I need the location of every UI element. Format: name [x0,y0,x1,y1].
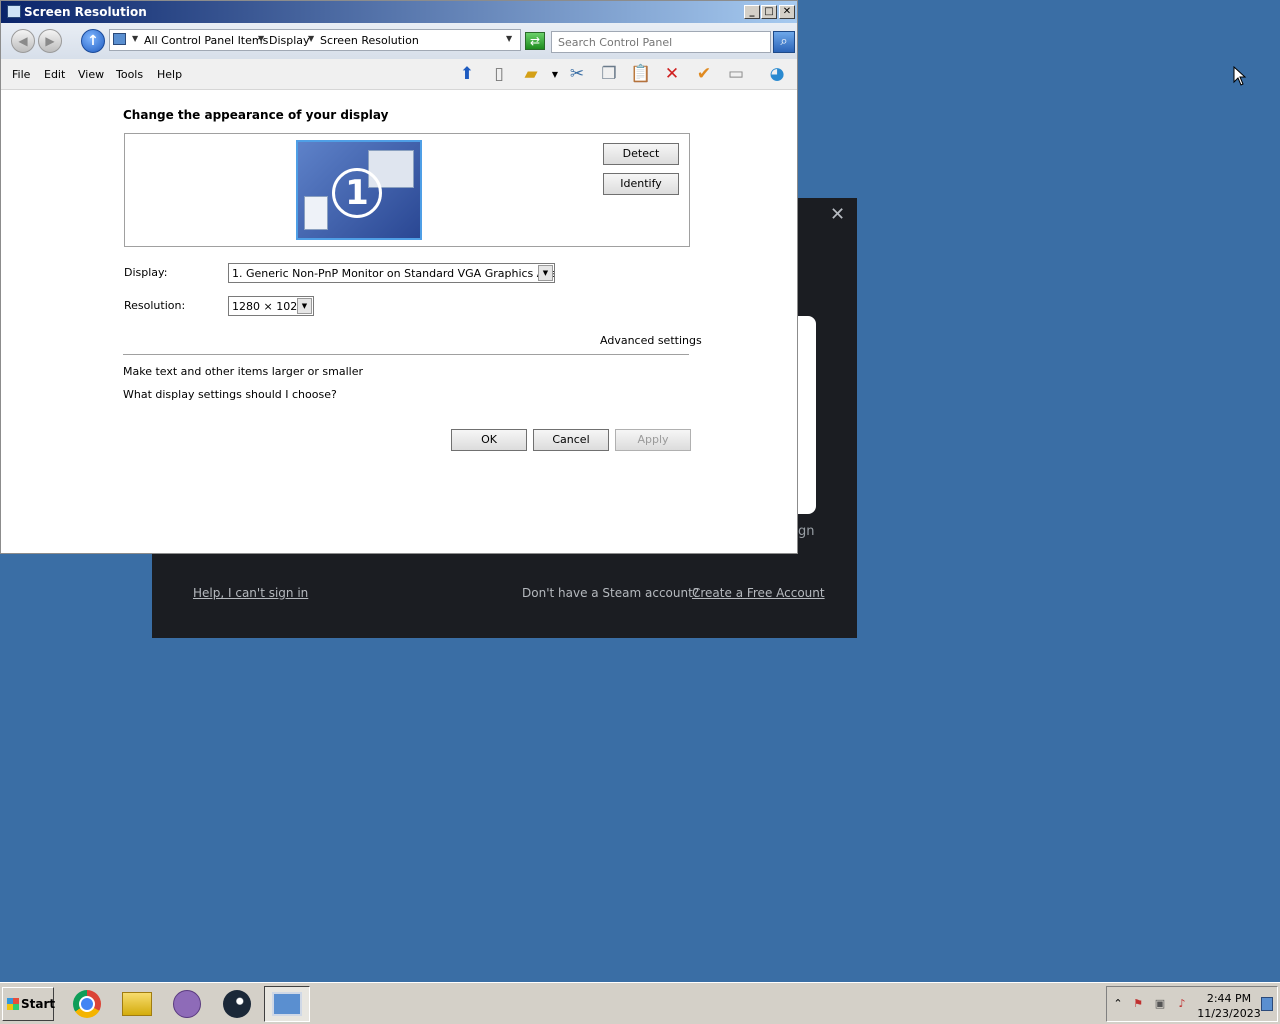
chrome-icon [73,990,101,1018]
close-button[interactable]: ✕ [779,5,795,19]
taskbar-file-explorer[interactable] [114,986,160,1022]
divider [123,354,689,355]
paste-icon[interactable]: 📋 [629,63,653,85]
menu-bar: File Edit View Tools Help ⬆ ▯ ▰ ▼ ✂ ❐ 📋 … [1,59,797,90]
up-icon[interactable]: ⬆ [455,63,479,85]
display-settings-icon [272,992,302,1016]
menu-file[interactable]: File [12,68,30,81]
identify-button[interactable]: Identify [603,173,679,195]
search-icon[interactable]: ⌕ [773,31,795,53]
title-bar[interactable]: Screen Resolution _ □ ✕ [1,1,797,23]
steam-no-account-text: Don't have a Steam account? [522,586,700,600]
chevron-down-icon[interactable]: ▼ [297,298,312,314]
chevron-down-icon[interactable]: ▼ [308,34,314,43]
breadcrumb-all-control-panel-items[interactable]: All Control Panel Items [144,34,268,47]
taskbar: Start ⌃ ⚑ ▣ ♪ 2:44 PM 11/23/2023 [0,982,1280,1024]
content-area: Change the appearance of your display 1 … [1,90,797,553]
copy-icon[interactable]: ❐ [597,63,621,85]
monitor-1-tile[interactable]: 1 [296,140,422,240]
windows-logo-icon [7,998,19,1010]
steam-login-panel [798,316,816,514]
display-select-value: 1. Generic Non-PnP Monitor on Standard V… [232,267,555,280]
globe-icon[interactable]: ◕ [765,63,789,85]
chevron-down-icon[interactable]: ▼ [132,34,138,43]
apply-button: Apply [615,429,691,451]
forward-button[interactable]: ▶ [38,29,62,53]
start-label: Start [21,997,56,1011]
search-input[interactable] [551,31,771,53]
show-desktop-icon[interactable] [1261,997,1273,1011]
folder-icon[interactable]: ▰ [519,63,543,85]
text-size-link[interactable]: Make text and other items larger or smal… [123,365,363,378]
monitor-number: 1 [332,168,382,218]
display-select[interactable]: 1. Generic Non-PnP Monitor on Standard V… [228,263,555,283]
chevron-down-icon[interactable]: ▼ [543,63,567,85]
monitor-list-graphic [304,196,328,230]
chevron-down-icon[interactable]: ▼ [538,265,553,281]
monitor-arrangement-box: 1 Detect Identify [124,133,690,247]
back-button[interactable]: ◀ [11,29,35,53]
resolution-select-value: 1280 × 1024 [232,300,305,313]
pidgin-icon [173,990,201,1018]
taskbar-pidgin[interactable] [164,986,210,1022]
ok-button[interactable]: OK [451,429,527,451]
detect-button[interactable]: Detect [603,143,679,165]
clock-date: 11/23/2023 [1197,1007,1261,1020]
chevron-down-icon[interactable]: ▼ [258,34,264,43]
address-bar: ◀ ▶ ↑ ▼ All Control Panel Items ▼ Displa… [1,23,797,59]
display-settings-help-link[interactable]: What display settings should I choose? [123,388,337,401]
maximize-button[interactable]: □ [761,5,777,19]
breadcrumb[interactable]: ▼ All Control Panel Items ▼ Display ▼ Sc… [109,29,521,51]
folder-icon [122,992,152,1016]
properties-icon[interactable]: ▭ [724,63,748,85]
volume-muted-icon[interactable]: ♪ [1175,997,1189,1011]
pane-icon[interactable]: ▯ [487,63,511,85]
steam-create-account-link[interactable]: Create a Free Account [692,586,825,600]
advanced-settings-link[interactable]: Advanced settings [600,334,702,347]
mouse-cursor-icon [1233,66,1247,86]
steam-help-link[interactable]: Help, I can't sign in [193,586,308,600]
taskbar-chrome[interactable] [64,986,110,1022]
minimize-button[interactable]: _ [744,5,760,19]
screen-resolution-window: Screen Resolution _ □ ✕ ◀ ▶ ↑ ▼ All Cont… [0,0,798,554]
start-button[interactable]: Start [2,987,56,1021]
page-title: Change the appearance of your display [123,108,389,122]
cut-icon[interactable]: ✂ [565,63,589,85]
clock[interactable]: 2:44 PM 11/23/2023 [1197,991,1261,1021]
steam-icon [223,990,251,1018]
display-label: Display: [124,266,168,279]
action-center-icon[interactable]: ⚑ [1131,997,1145,1011]
taskbar-display-settings[interactable] [264,986,310,1022]
check-icon[interactable]: ✔ [692,63,716,85]
delete-icon[interactable]: ✕ [660,63,684,85]
breadcrumb-display[interactable]: Display [269,34,310,47]
menu-tools[interactable]: Tools [116,68,143,81]
refresh-button[interactable]: ⇄ [525,32,545,50]
breadcrumb-screen-resolution[interactable]: Screen Resolution [320,34,419,47]
network-icon[interactable]: ▣ [1153,997,1167,1011]
resolution-select[interactable]: 1280 × 1024 ▼ [228,296,314,316]
show-hidden-icons-icon[interactable]: ⌃ [1111,997,1125,1011]
steam-close-icon[interactable]: ✕ [830,204,845,225]
resolution-label: Resolution: [124,299,186,312]
address-dropdown-icon[interactable]: ▼ [506,34,512,43]
system-tray: ⌃ ⚑ ▣ ♪ 2:44 PM 11/23/2023 [1106,986,1278,1022]
menu-view[interactable]: View [78,68,104,81]
menu-edit[interactable]: Edit [44,68,65,81]
menu-help[interactable]: Help [157,68,182,81]
window-title: Screen Resolution [24,5,147,19]
control-panel-icon [113,33,126,45]
window-icon [7,5,21,18]
clock-time: 2:44 PM [1206,992,1252,1005]
taskbar-steam[interactable] [214,986,260,1022]
up-level-button[interactable]: ↑ [81,29,105,53]
steam-sign-in-text: gn [798,524,815,539]
cancel-button[interactable]: Cancel [533,429,609,451]
